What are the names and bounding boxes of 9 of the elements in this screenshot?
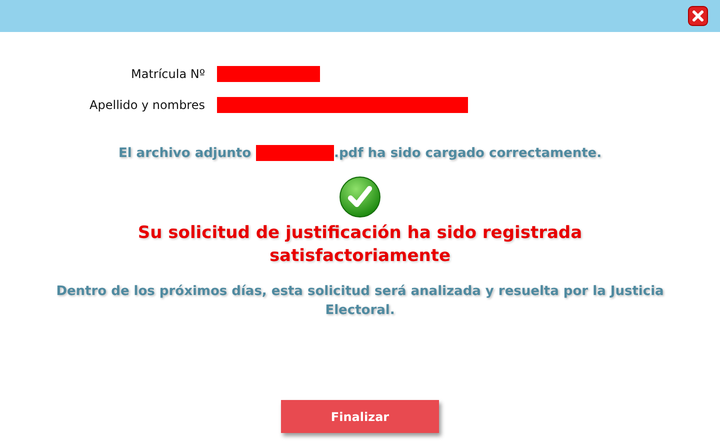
- field-label: Matrícula Nº: [130, 67, 205, 81]
- info-message: Dentro de los próximos días, esta solicitud será analizada y resuelta por la Justicia Electoral.: [55, 283, 665, 320]
- field-label: Apellido y nombres: [88, 98, 205, 112]
- upload-message: .pdf ha sido cargado correctamente.: [334, 146, 602, 160]
- check-icon: [339, 176, 381, 218]
- finish-button[interactable]: Finalizar: [281, 400, 439, 433]
- upload-message: El archivo adjunto: [118, 146, 252, 160]
- success-title: Su solicitud de justificación ha sido registrada satisfactoriamente: [136, 222, 584, 268]
- close-icon[interactable]: [688, 6, 708, 26]
